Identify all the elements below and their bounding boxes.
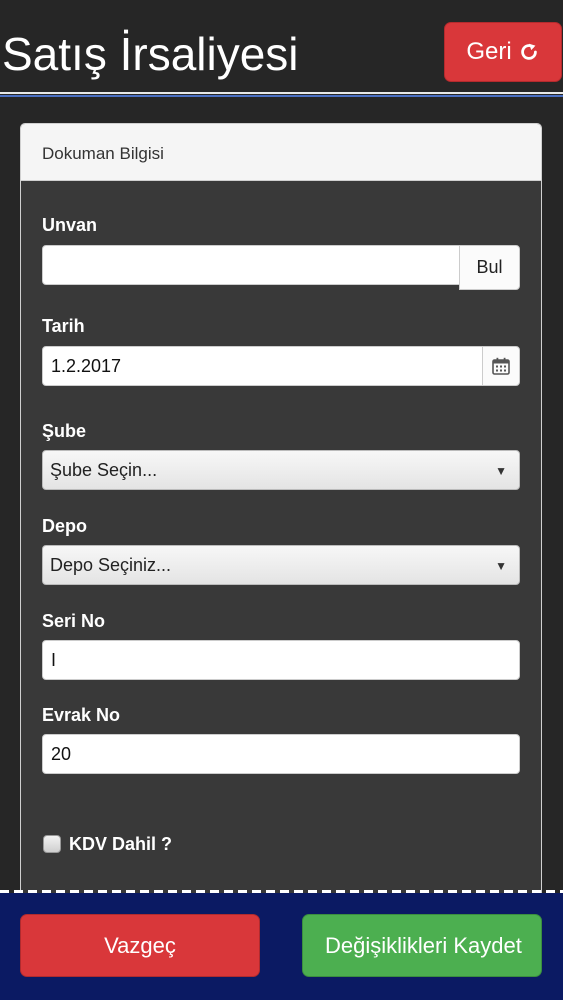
save-changes-button-label: Değişiklikleri Kaydet: [325, 932, 522, 958]
back-button-label: Geri: [466, 38, 512, 65]
depo-select-value: Depo Seçiniz...: [50, 554, 172, 575]
seri-no-input[interactable]: I: [42, 640, 520, 680]
undo-icon: [520, 43, 537, 60]
calendar-button[interactable]: [482, 346, 520, 386]
cancel-button-label: Vazgeç: [104, 932, 176, 958]
calendar-icon: [492, 357, 510, 375]
unvan-label: Unvan: [42, 215, 98, 235]
kdv-checkbox[interactable]: [43, 835, 61, 853]
header-divider: [0, 92, 563, 94]
cancel-button[interactable]: Vazgeç: [20, 914, 260, 977]
tarih-label: Tarih: [42, 316, 85, 336]
find-button[interactable]: Bul: [459, 245, 520, 290]
document-info-panel: Dokuman Bilgisi: [20, 123, 542, 903]
depo-label: Depo: [42, 516, 87, 536]
header-accent-line: [0, 95, 563, 97]
date-input[interactable]: 1.2.2017: [42, 346, 483, 386]
sube-label: Şube: [42, 421, 87, 441]
page-title: Satış İrsaliyesi: [2, 28, 299, 80]
panel-title: Dokuman Bilgisi: [42, 144, 164, 163]
back-button[interactable]: Geri: [444, 22, 562, 82]
panel-header: Dokuman Bilgisi: [21, 124, 541, 181]
save-changes-button[interactable]: Değişiklikleri Kaydet: [302, 914, 542, 977]
kdv-label[interactable]: KDV Dahil ?: [69, 834, 172, 855]
evrak-no-input[interactable]: 20: [42, 734, 520, 774]
caret-down-icon: ▼: [495, 464, 507, 478]
sube-select-value: Şube Seçin...: [50, 459, 158, 480]
caret-down-icon: ▼: [495, 559, 507, 573]
evrak-no-label: Evrak No: [42, 705, 121, 725]
seri-no-label: Seri No: [42, 611, 106, 631]
unvan-input[interactable]: [42, 245, 460, 285]
depo-select[interactable]: Depo Seçiniz... ▼: [42, 545, 520, 585]
find-button-label: Bul: [476, 257, 503, 277]
sube-select[interactable]: Şube Seçin... ▼: [42, 450, 520, 490]
